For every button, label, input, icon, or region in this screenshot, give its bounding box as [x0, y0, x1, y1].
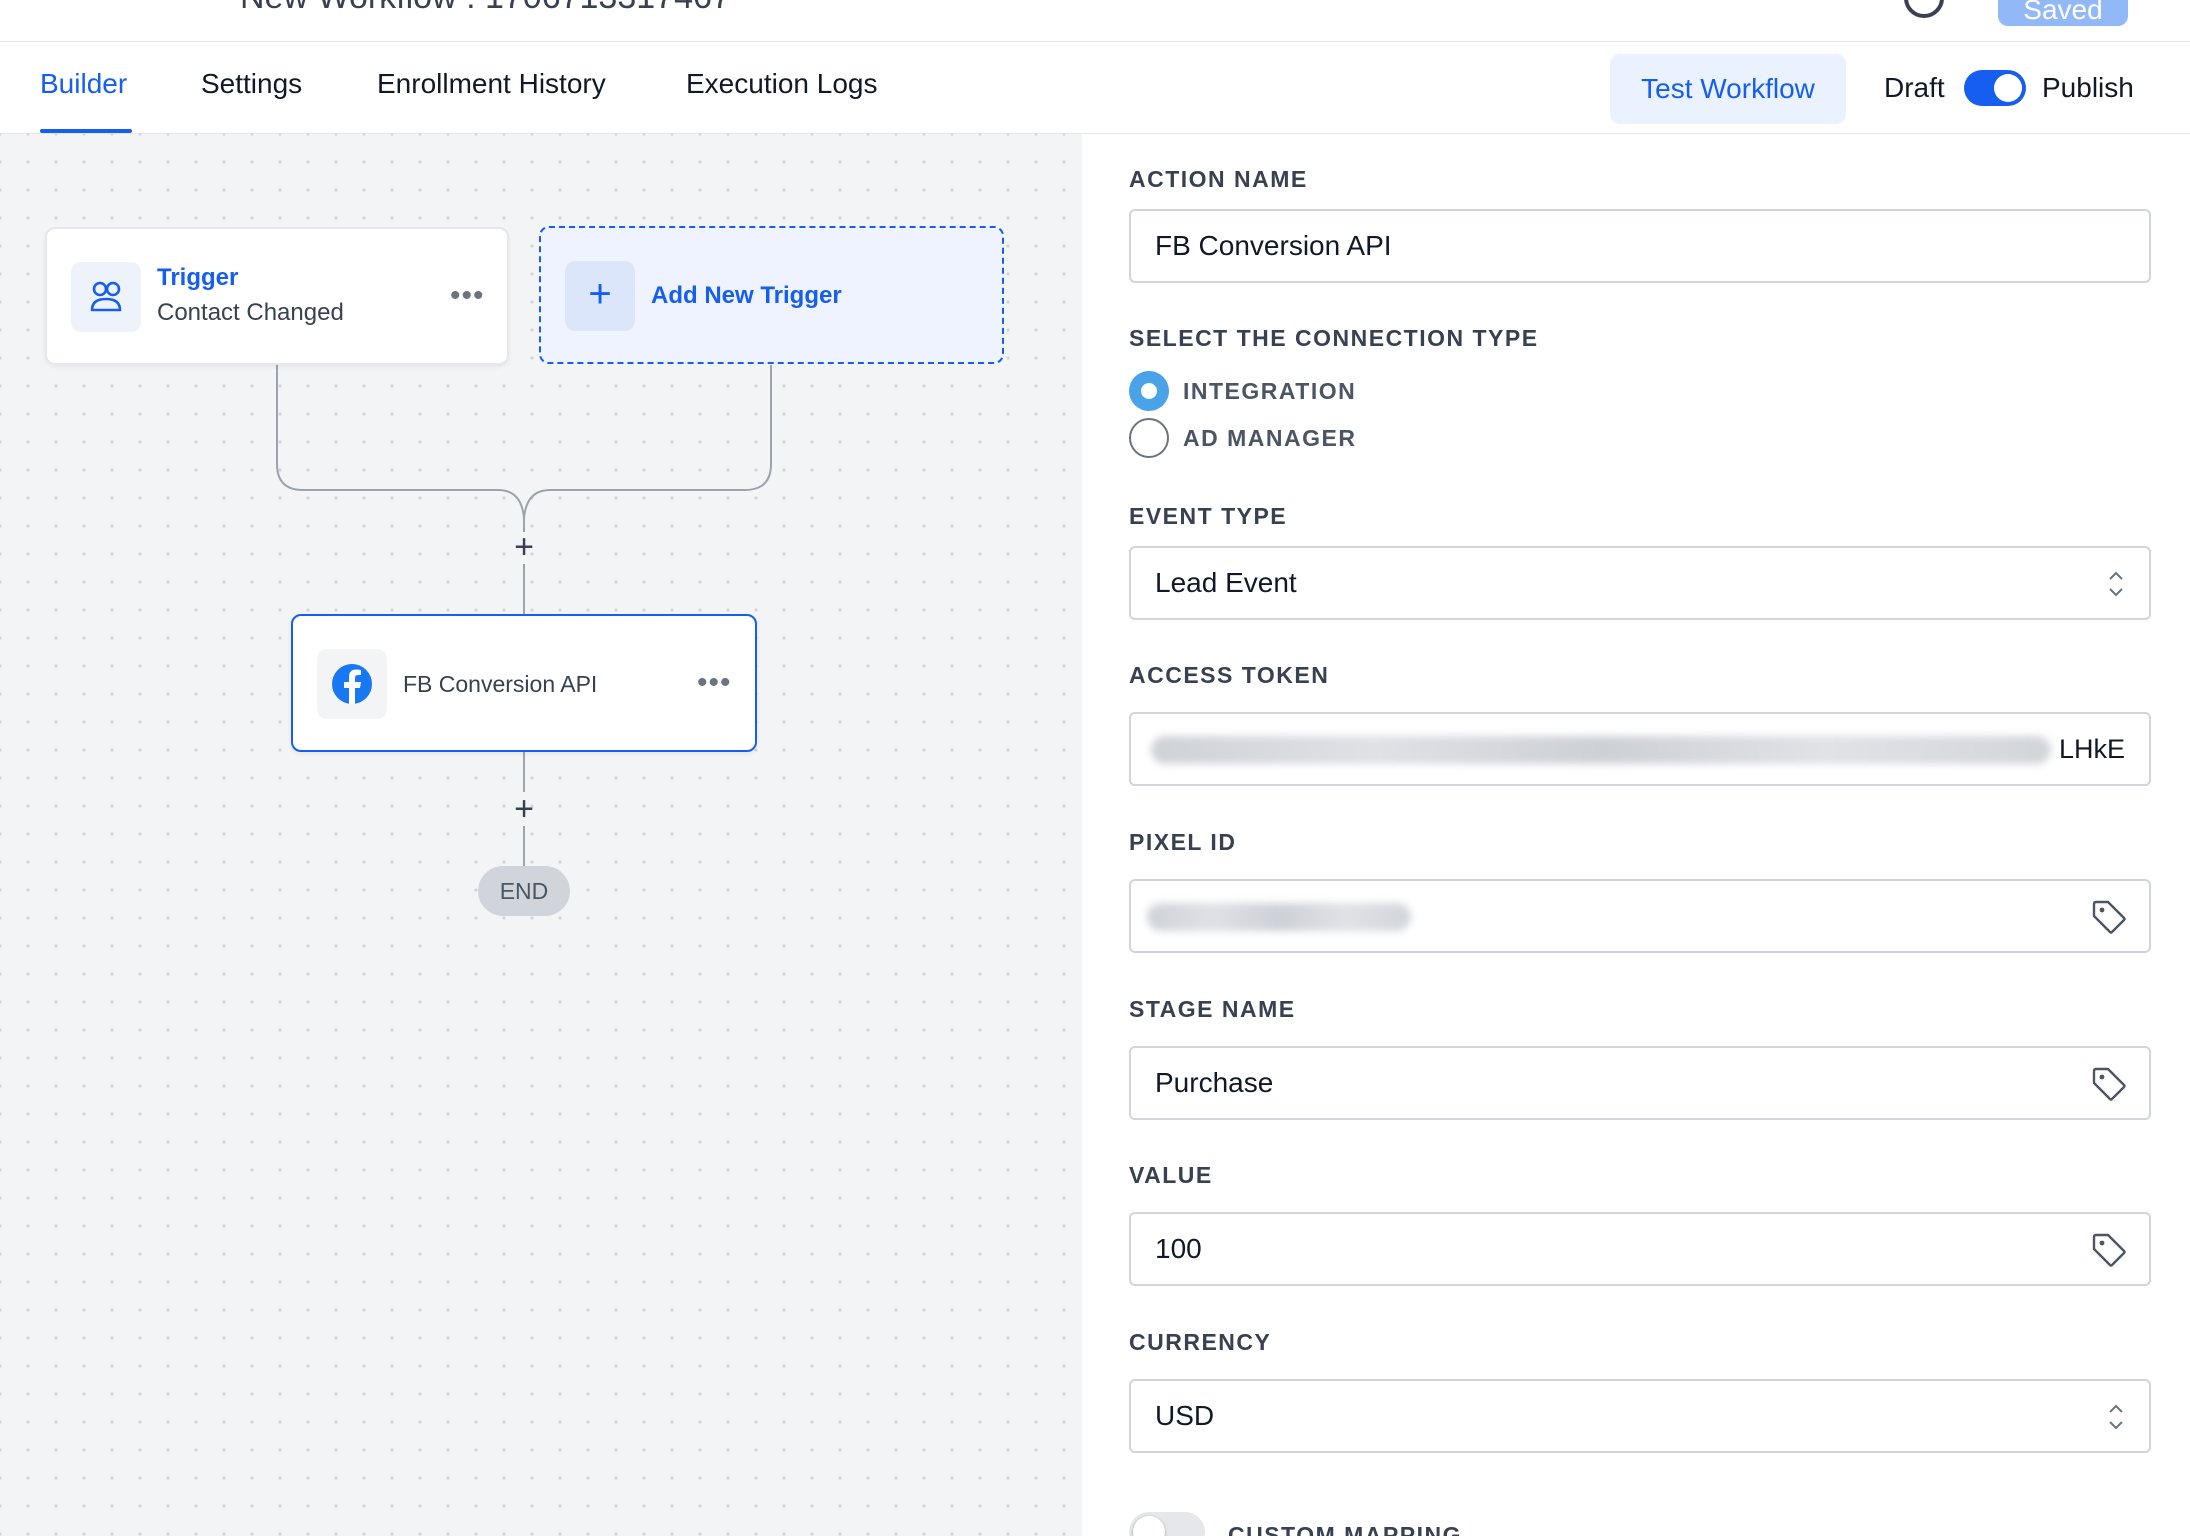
- currency-label: CURRENCY: [1129, 1329, 1272, 1355]
- users-icon: [71, 262, 141, 332]
- tag-icon[interactable]: [2089, 897, 2129, 937]
- stage-name-value: Purchase: [1155, 1067, 1274, 1098]
- workflow-title[interactable]: New Workflow : 1706713317467: [240, 0, 731, 17]
- event-type-select[interactable]: Lead Event: [1129, 546, 2151, 620]
- action-menu-icon[interactable]: •••: [697, 668, 732, 698]
- add-new-trigger-button[interactable]: + Add New Trigger: [539, 226, 1004, 364]
- publish-label: Publish: [2042, 72, 2134, 103]
- plus-icon: +: [565, 261, 635, 331]
- value-input[interactable]: 100: [1129, 1212, 2151, 1286]
- workflow-header: New Workflow : 1706713317467 Saved: [0, 0, 2190, 42]
- facebook-icon: [317, 649, 387, 719]
- redacted-token: [1151, 736, 2051, 764]
- access-token-label: ACCESS TOKEN: [1129, 662, 1330, 688]
- custom-mapping-label: CUSTOM MAPPING: [1228, 1522, 1462, 1536]
- stage-name-input[interactable]: Purchase: [1129, 1046, 2151, 1120]
- trigger-title: Trigger: [157, 264, 239, 291]
- toggle-knob: [1133, 1516, 1165, 1536]
- tag-icon[interactable]: [2089, 1064, 2129, 1104]
- action-name-label: ACTION NAME: [1129, 166, 1308, 192]
- radio-ad-manager-circle[interactable]: [1129, 418, 1169, 458]
- save-button[interactable]: Saved: [1998, 0, 2128, 26]
- action-node-label: FB Conversion API: [403, 671, 598, 697]
- publish-toggle[interactable]: [1964, 70, 2026, 106]
- tab-enrollment-history[interactable]: Enrollment History: [377, 68, 606, 100]
- builder-canvas[interactable]: Trigger Contact Changed ••• + Add New Tr…: [0, 134, 1082, 1536]
- add-new-trigger-label: Add New Trigger: [651, 282, 842, 309]
- trigger-subtitle: Contact Changed: [157, 299, 344, 326]
- radio-ad-manager-label: AD MANAGER: [1183, 425, 1357, 451]
- action-name-input[interactable]: FB Conversion API: [1129, 209, 2151, 283]
- radio-integration-label: INTEGRATION: [1183, 378, 1357, 404]
- pixel-id-label: PIXEL ID: [1129, 829, 1237, 855]
- stage-name-label: STAGE NAME: [1129, 996, 1296, 1022]
- access-token-tail: LHkE: [2058, 734, 2125, 764]
- chevron-up-down-icon: [2109, 1404, 2123, 1430]
- value-value: 100: [1155, 1233, 1202, 1264]
- access-token-input[interactable]: LHkE: [1129, 712, 2151, 786]
- help-icon[interactable]: [1904, 0, 1944, 18]
- action-config-panel: ACTION NAME FB Conversion API SELECT THE…: [1082, 134, 2190, 1536]
- tab-builder[interactable]: Builder: [40, 68, 127, 100]
- tab-settings[interactable]: Settings: [201, 68, 302, 100]
- workflow-tabs: Builder Settings Enrollment History Exec…: [0, 42, 2190, 134]
- end-node: END: [478, 866, 570, 916]
- value-label: VALUE: [1129, 1162, 1213, 1188]
- trigger-menu-icon[interactable]: •••: [450, 281, 485, 311]
- pixel-id-input[interactable]: [1129, 879, 2151, 953]
- active-tab-indicator: [40, 129, 132, 133]
- custom-mapping-toggle[interactable]: [1129, 1512, 1205, 1536]
- currency-value: USD: [1155, 1400, 1215, 1431]
- trigger-node[interactable]: Trigger Contact Changed •••: [45, 227, 509, 365]
- add-step-plus-icon[interactable]: +: [507, 792, 541, 826]
- add-step-plus-icon[interactable]: +: [507, 530, 541, 564]
- action-node-fb-conversion[interactable]: FB Conversion API •••: [291, 614, 757, 752]
- event-type-value: Lead Event: [1155, 567, 1297, 598]
- chevron-up-down-icon: [2109, 571, 2123, 597]
- currency-select[interactable]: USD: [1129, 1379, 2151, 1453]
- draft-label: Draft: [1884, 72, 1945, 103]
- event-type-label: EVENT TYPE: [1129, 503, 1288, 529]
- redacted-pixel-id: [1147, 903, 1411, 931]
- tag-icon[interactable]: [2089, 1230, 2129, 1270]
- connection-type-label: SELECT THE CONNECTION TYPE: [1129, 325, 1539, 351]
- tab-execution-logs[interactable]: Execution Logs: [686, 68, 877, 100]
- radio-integration-circle[interactable]: [1129, 371, 1169, 411]
- test-workflow-button[interactable]: Test Workflow: [1610, 54, 1846, 124]
- toggle-knob: [1994, 74, 2022, 102]
